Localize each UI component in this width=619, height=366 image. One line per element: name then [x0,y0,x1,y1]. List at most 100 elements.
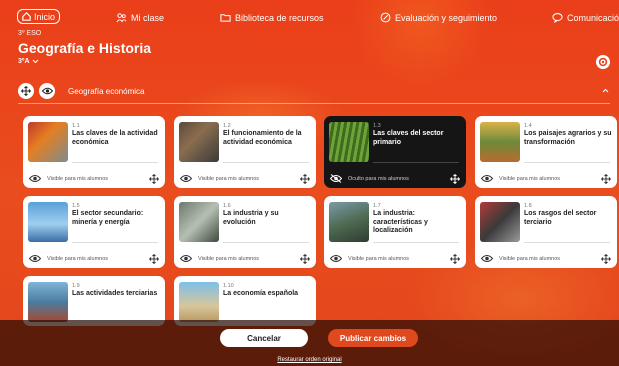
move-section-button[interactable] [18,83,34,99]
cancel-button[interactable]: Cancelar [220,329,308,347]
visibility-status: Oculto para mis alumnos [348,176,409,182]
unit-card[interactable]: 1.3 Las claves del sector primario Oculto … [324,116,466,188]
unit-title[interactable]: Los rasgos del sector terciario [524,210,612,227]
unit-number: 1.3 [373,123,381,129]
move-icon[interactable] [149,254,159,264]
unit-number: 1.5 [72,203,80,209]
unit-title[interactable]: Los paisajes agrarios y su transformació… [524,130,612,147]
section-divider [18,103,610,104]
unit-card[interactable]: 1.7 La industria: características y local… [324,196,466,268]
eye-icon[interactable] [330,254,342,263]
unit-card[interactable]: 1.10 La economía española [174,276,316,326]
card-divider [373,162,459,163]
move-icon[interactable] [300,254,310,264]
visibility-status: Visible para mis alumnos [47,256,109,262]
gear-icon [598,57,608,67]
unit-card[interactable]: 1.5 El sector secundario: minería y energ… [23,196,165,268]
unit-number: 1.7 [373,203,381,209]
card-footer: Visible para mis alumnos [180,174,312,184]
move-icon[interactable] [450,254,460,264]
card-footer: Oculto para mis alumnos [330,174,462,184]
section-title: Geografía económica [68,87,145,96]
nav-home[interactable]: Inicio [17,9,61,24]
edit-check-icon [380,12,391,23]
home-icon [22,11,31,21]
unit-card[interactable]: 1.9 Las actividades terciarias [23,276,165,326]
visibility-status: Visible para mis alumnos [198,176,260,182]
nav-mi-clase[interactable]: Mi clase [116,12,164,23]
card-footer: Visible para mis alumnos [330,254,462,264]
breadcrumb: 3º ESO [18,30,42,37]
publish-button[interactable]: Publicar cambios [328,329,418,347]
eye-icon[interactable] [180,254,192,263]
unit-thumbnail [179,282,219,322]
eye-icon [41,87,53,95]
visibility-section-button[interactable] [39,83,55,99]
nav-comunicacion[interactable]: Comunicación [552,12,619,23]
unit-number: 1.4 [524,123,532,129]
unit-number: 1.1 [72,123,80,129]
unit-card[interactable]: 1.1 Las claves de la actividad económica V… [23,116,165,188]
move-icon[interactable] [601,254,611,264]
card-divider [72,242,158,243]
unit-thumbnail [28,122,68,162]
unit-card[interactable]: 1.8 Los rasgos del sector terciario Visibl… [475,196,617,268]
card-footer: Visible para mis alumnos [180,254,312,264]
eye-icon[interactable] [29,254,41,263]
unit-title[interactable]: El sector secundario: minería y energía [72,210,160,227]
users-icon [116,13,127,23]
unit-title[interactable]: Las actividades terciarias [72,290,160,299]
card-divider [373,242,459,243]
unit-thumbnail [329,122,369,162]
visibility-status: Visible para mis alumnos [47,176,109,182]
chat-icon [552,13,563,23]
eye-icon[interactable] [481,254,493,263]
eye-icon[interactable] [29,174,41,183]
unit-thumbnail [329,202,369,242]
unit-card[interactable]: 1.6 La industria y su evolución Visible pa… [174,196,316,268]
nav-evaluacion[interactable]: Evaluación y seguimiento [380,12,497,23]
unit-thumbnail [480,202,520,242]
unit-number: 1.10 [223,283,234,289]
unit-title[interactable]: La industria y su evolución [223,210,311,227]
unit-title[interactable]: Las claves del sector primario [373,130,461,147]
unit-title[interactable]: La economía española [223,290,311,299]
unit-thumbnail [179,122,219,162]
visibility-status: Visible para mis alumnos [198,256,260,262]
nav-biblioteca[interactable]: Biblioteca de recursos [220,12,324,23]
card-footer: Visible para mis alumnos [481,254,613,264]
move-icon[interactable] [149,174,159,184]
eye-icon[interactable] [180,174,192,183]
unit-title[interactable]: El funcionamiento de la actividad económ… [223,130,311,147]
group-selector[interactable]: 3ºA [18,58,39,65]
eye-off-icon[interactable] [330,174,342,183]
card-footer: Visible para mis alumnos [29,174,161,184]
eye-icon[interactable] [481,174,493,183]
move-icon[interactable] [300,174,310,184]
nav-home-label: Inicio [34,11,56,22]
nav-biblioteca-label: Biblioteca de recursos [235,12,324,23]
card-footer: Visible para mis alumnos [481,174,613,184]
unit-card[interactable]: 1.2 El funcionamiento de la actividad eco… [174,116,316,188]
card-divider [524,242,610,243]
chevron-up-icon[interactable] [602,88,609,93]
unit-number: 1.2 [223,123,231,129]
unit-title[interactable]: Las claves de la actividad económica [72,130,160,147]
nav-evaluacion-label: Evaluación y seguimiento [395,12,498,23]
move-icon[interactable] [450,174,460,184]
page-title: Geografía e Historia [18,40,152,56]
unit-title[interactable]: La industria: características y localiza… [373,210,461,236]
settings-button[interactable] [596,55,610,69]
card-divider [524,162,610,163]
move-icon [21,86,31,96]
unit-number: 1.8 [524,203,532,209]
group-label: 3ºA [18,58,30,65]
visibility-status: Visible para mis alumnos [499,176,561,182]
restore-order-link[interactable]: Restaurar orden original [0,357,619,363]
visibility-status: Visible para mis alumnos [348,256,410,262]
card-footer: Visible para mis alumnos [29,254,161,264]
card-divider [223,162,309,163]
move-icon[interactable] [601,174,611,184]
unit-card[interactable]: 1.4 Los paisajes agrarios y su transforma… [475,116,617,188]
top-navigation: Inicio Mi clase Biblioteca de recursos E… [0,0,619,30]
